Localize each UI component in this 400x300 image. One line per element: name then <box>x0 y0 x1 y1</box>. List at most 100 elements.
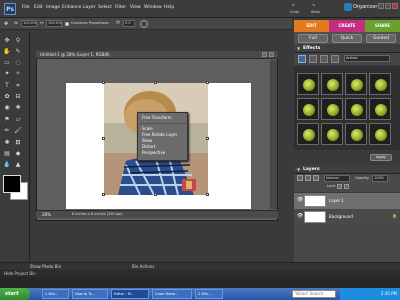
marquee-tool-icon[interactable]: ▭ <box>3 59 11 67</box>
taskbar-search-input[interactable]: Yahoo! Search <box>292 290 336 298</box>
delete-layer-icon[interactable] <box>313 175 319 181</box>
effects-category-select[interactable]: Artistic <box>344 55 390 62</box>
visibility-eye-icon[interactable]: 👁 <box>297 197 303 203</box>
close-button[interactable] <box>392 3 398 9</box>
menu-enhance[interactable]: Enhance <box>62 5 81 10</box>
adjustment-layer-icon[interactable] <box>305 175 311 181</box>
effect-thumbnail[interactable] <box>369 98 391 120</box>
cookie-cutter-icon[interactable]: ✿ <box>3 93 11 101</box>
menu-edit[interactable]: Edit <box>34 5 43 10</box>
straighten-icon[interactable]: ⊟ <box>14 93 22 101</box>
effect-thumbnail[interactable] <box>369 123 391 145</box>
tab-share[interactable]: SHARE <box>365 20 400 32</box>
transform-handle[interactable] <box>102 193 105 196</box>
crop-tool-icon[interactable]: ⌗ <box>14 82 22 90</box>
shape-tool-icon[interactable]: ◆ <box>14 150 22 158</box>
paint-bucket-icon[interactable]: ⛾ <box>14 139 22 147</box>
lock-all-icon[interactable] <box>344 184 349 189</box>
undo-label[interactable]: Undo <box>290 10 299 14</box>
type-tool-icon[interactable]: T <box>3 82 11 90</box>
menu-help[interactable]: Help <box>164 5 174 10</box>
organizer-button[interactable]: Organizer <box>353 4 377 10</box>
redo-icon[interactable]: ↷ <box>312 3 315 8</box>
zoom-level[interactable]: 28% <box>42 212 51 217</box>
eyedropper-icon[interactable]: ✎ <box>14 48 22 56</box>
bin-actions-button[interactable]: Bin Actions <box>132 264 154 269</box>
effect-thumbnail[interactable] <box>345 123 367 145</box>
transform-handle[interactable] <box>154 193 157 196</box>
magic-wand-icon[interactable]: ✦ <box>3 70 11 78</box>
show-all-icon[interactable] <box>331 55 339 63</box>
transform-handle[interactable] <box>154 81 157 84</box>
transform-handle[interactable] <box>102 81 105 84</box>
maximize-button[interactable] <box>385 3 391 9</box>
lock-transparency-icon[interactable] <box>337 184 342 189</box>
move-tool-icon[interactable]: ✥ <box>3 37 11 45</box>
menu-item-free-rotate-layer[interactable]: Free Rotate Layer <box>142 132 177 137</box>
opacity-input[interactable]: 100% <box>372 175 388 182</box>
eraser-icon[interactable]: ▱ <box>14 116 22 124</box>
skew-icon[interactable] <box>140 20 148 28</box>
taskbar-item-active[interactable]: Editor - M... <box>111 289 149 299</box>
constrain-checkbox[interactable] <box>65 22 69 26</box>
start-button[interactable]: start <box>0 288 30 300</box>
new-layer-icon[interactable] <box>297 175 303 181</box>
tab-guided[interactable]: Guided <box>366 34 396 43</box>
menu-item-distort[interactable]: Distort <box>142 144 156 149</box>
menu-item-scale[interactable]: Scale <box>142 126 153 131</box>
menu-select[interactable]: Select <box>98 5 112 10</box>
menu-filter[interactable]: Filter <box>115 5 126 10</box>
organizer-icon[interactable] <box>344 3 352 11</box>
photo-effects-icon[interactable] <box>320 55 328 63</box>
collapse-arrow-icon[interactable]: ▼ <box>297 167 300 172</box>
effect-thumbnail[interactable] <box>321 123 343 145</box>
effect-thumbnail[interactable] <box>297 123 319 145</box>
filters-icon[interactable] <box>298 55 306 63</box>
zoom-tool-icon[interactable]: ⚲ <box>14 37 22 45</box>
menu-item-skew[interactable]: Skew <box>142 138 152 143</box>
effect-thumbnail[interactable] <box>297 73 319 95</box>
effect-thumbnail[interactable] <box>369 73 391 95</box>
menu-file[interactable]: File <box>22 5 30 10</box>
transform-handle[interactable] <box>206 81 209 84</box>
layer-name[interactable]: Layer 1 <box>329 198 344 203</box>
quick-select-icon[interactable]: ✧ <box>14 70 22 78</box>
effect-thumbnail[interactable] <box>345 98 367 120</box>
sponge-tool-icon[interactable]: ▲ <box>14 161 22 169</box>
foreground-color-swatch[interactable] <box>3 175 21 193</box>
effect-thumbnail[interactable] <box>345 73 367 95</box>
taskbar-item[interactable]: How to Tu... <box>72 289 108 299</box>
menu-view[interactable]: View <box>130 5 141 10</box>
angle-input[interactable]: 0.0 <box>123 20 135 27</box>
doc-minimize-button[interactable] <box>262 52 267 57</box>
undo-icon[interactable]: ↶ <box>292 3 295 8</box>
menu-image[interactable]: Image <box>46 5 60 10</box>
lasso-tool-icon[interactable]: ◌ <box>14 59 22 67</box>
effect-thumbnail[interactable] <box>321 98 343 120</box>
height-input[interactable]: 100.0% <box>46 20 62 27</box>
tab-quick[interactable]: Quick <box>332 34 362 43</box>
tab-full[interactable]: Full <box>298 34 328 43</box>
layer-name[interactable]: Background <box>329 214 353 219</box>
menu-layer[interactable]: Layer <box>83 5 96 10</box>
taskbar-item[interactable]: 2 Win... <box>42 289 69 299</box>
taskbar-item[interactable]: Cram Mono... <box>152 289 192 299</box>
clone-stamp-icon[interactable]: ⚑ <box>3 116 11 124</box>
width-input[interactable]: 100.0% <box>21 20 37 27</box>
taskbar-item[interactable]: 2 Win... <box>195 289 223 299</box>
collapse-arrow-icon[interactable]: ▼ <box>297 46 300 51</box>
vertical-scrollbar[interactable] <box>270 60 277 209</box>
hand-tool-icon[interactable]: ✋ <box>3 48 11 56</box>
blur-tool-icon[interactable]: 💧 <box>3 161 11 169</box>
tab-create[interactable]: CREATE <box>329 20 365 32</box>
tab-edit[interactable]: EDIT <box>294 20 329 32</box>
menu-item-free-transform[interactable]: Free Transform <box>142 115 172 120</box>
transform-handle[interactable] <box>206 137 209 140</box>
effect-thumbnail[interactable] <box>297 98 319 120</box>
menu-window[interactable]: Window <box>144 5 162 10</box>
smart-brush-icon[interactable]: ✺ <box>3 139 11 147</box>
rotate-handle[interactable] <box>153 198 158 203</box>
brush-icon[interactable]: 🖌 <box>14 127 22 135</box>
red-eye-icon[interactable]: ◉ <box>3 104 11 112</box>
gradient-icon[interactable]: ▤ <box>3 150 11 158</box>
